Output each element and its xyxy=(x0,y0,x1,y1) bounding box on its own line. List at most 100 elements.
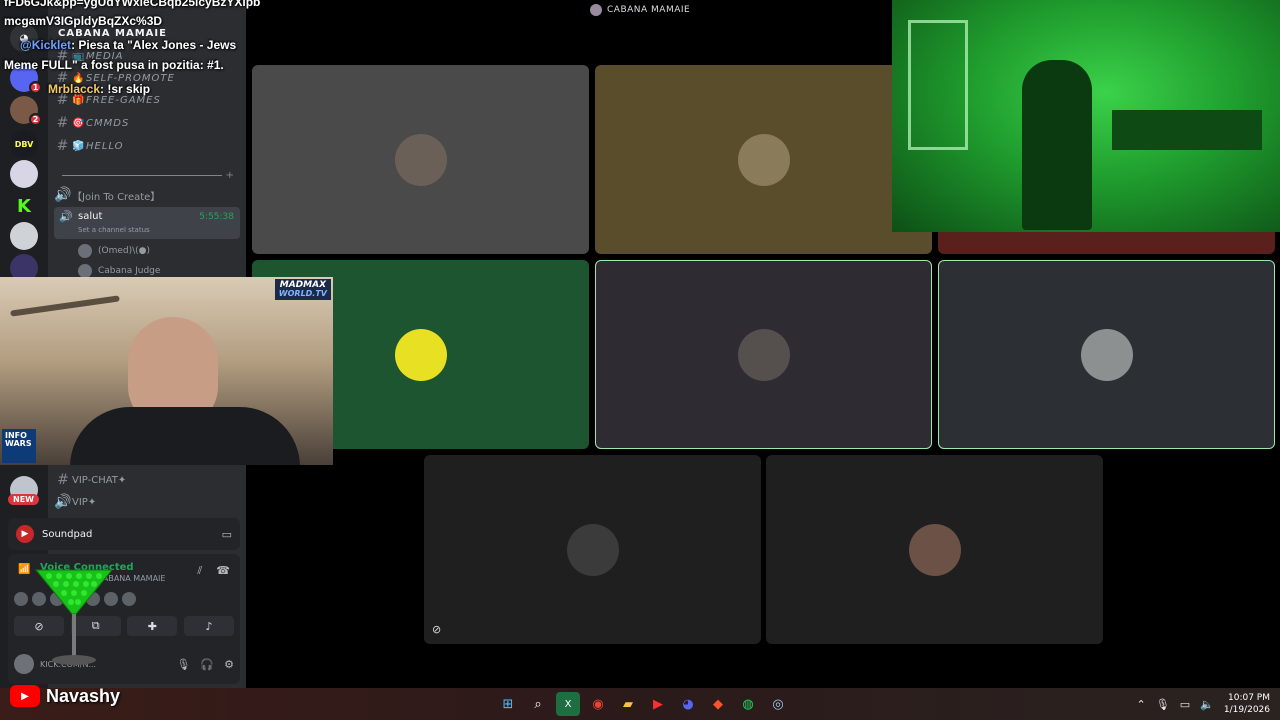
brand-sub: WORLD.TV xyxy=(278,289,327,298)
avatar[interactable] xyxy=(14,654,34,674)
folder-icon[interactable]: ▰ xyxy=(616,692,640,716)
server-icon[interactable] xyxy=(10,222,38,250)
stage-title: CABANA MAMAIE xyxy=(590,4,690,16)
volume-icon[interactable]: 🔈 xyxy=(1200,698,1214,711)
streamer-room-camera xyxy=(892,0,1280,232)
screen-share-icon[interactable]: ▭ xyxy=(222,528,232,541)
user-status-text: KICK.COM/N... xyxy=(40,659,97,669)
desk-shape xyxy=(1112,110,1262,150)
video-tile[interactable] xyxy=(595,65,932,254)
camera-off-icon: ⊘ xyxy=(432,623,442,636)
excel-icon[interactable]: X xyxy=(556,692,580,716)
speaker-icon: 🔊 xyxy=(54,494,72,510)
participant-avatar xyxy=(394,133,447,186)
active-voice-channel[interactable]: 🔊 salut 5:55:38 Set a channel status xyxy=(54,207,240,239)
server-icon[interactable] xyxy=(10,160,38,188)
infowars-logo: INFO WARS xyxy=(2,429,36,463)
unread-badge: 2 xyxy=(29,113,42,126)
soundpad-title: Soundpad xyxy=(42,528,93,540)
chrome-icon[interactable]: ◉ xyxy=(586,692,610,716)
hash-icon: # xyxy=(56,115,70,131)
user-controls: 🎙 🎧 ⚙ xyxy=(176,658,234,671)
youtube-logo-icon: ▶ xyxy=(10,685,40,707)
unread-badge: 1 xyxy=(29,81,42,94)
video-tile[interactable] xyxy=(938,260,1275,449)
clock-date: 1/19/2026 xyxy=(1223,705,1270,715)
channel-cmmds[interactable]: # 🎯 CMMDS xyxy=(54,113,240,133)
chair-shape xyxy=(1022,60,1092,230)
stage-server-name: CABANA MAMAIE xyxy=(607,5,691,15)
chat-text: : !sr skip xyxy=(100,82,151,96)
video-tile[interactable] xyxy=(252,65,589,254)
system-tray: ⌃ 🎙 ▭ 🔈 10:07 PM 1/19/2026 xyxy=(1137,692,1270,716)
settings-gear-icon[interactable]: ⚙ xyxy=(224,658,234,671)
avatar xyxy=(50,592,64,606)
disconnect-icon[interactable]: ☎ xyxy=(216,564,230,578)
noise-suppression-icon[interactable]: ⫽ xyxy=(197,564,202,578)
chat-username: @Kicklet xyxy=(20,38,72,52)
video-tile[interactable] xyxy=(766,455,1103,644)
channel-label: 【Join To Create】 xyxy=(72,191,161,203)
channel-emoji: 🎁 xyxy=(72,94,86,106)
avatar xyxy=(86,592,100,606)
spotify-icon[interactable]: ◍ xyxy=(736,692,760,716)
windows-taskbar: ⊞ ⌕ X ◉ ▰ ▶ ◕ ◆ ◍ ◎ ⌃ 🎙 ▭ 🔈 10:07 PM 1/1… xyxy=(0,688,1280,720)
discord-icon[interactable]: ◕ xyxy=(676,692,700,716)
headphones-icon[interactable]: 🎧 xyxy=(200,658,214,671)
channel-label: HELLO xyxy=(86,140,124,152)
steam-icon[interactable]: ◎ xyxy=(766,692,790,716)
channel-hello[interactable]: # 🧊 HELLO xyxy=(54,136,240,156)
webcam-overlay: MADMAX WORLD.TV INFO WARS xyxy=(0,277,333,465)
soundpad-activity[interactable]: ▶ Soundpad ▭ xyxy=(8,518,240,550)
video-tile-edge xyxy=(938,232,1275,254)
channel-vip-chat[interactable]: # VIP-CHAT✦ xyxy=(54,470,240,490)
participant-avatar xyxy=(1080,328,1133,381)
channel-vip[interactable]: 🔊 VIP✦ xyxy=(54,492,240,512)
video-tile[interactable] xyxy=(595,260,932,449)
chat-url-line: mcgamV3IGpldyBqZXc%3D xyxy=(4,14,163,28)
voice-connected-label[interactable]: Voice Connected xyxy=(40,562,134,573)
voice-avatars xyxy=(14,592,136,606)
microphone-icon[interactable]: 🎙 xyxy=(1156,698,1170,711)
screen-share-button[interactable]: ⧉ xyxy=(70,616,121,636)
chat-username: Mrblacck xyxy=(48,82,101,96)
windows-start-icon[interactable]: ⊞ xyxy=(496,692,520,716)
clock[interactable]: 10:07 PM 1/19/2026 xyxy=(1224,692,1270,716)
add-channel-icon[interactable]: + xyxy=(226,170,234,181)
network-icon[interactable]: ▭ xyxy=(1180,698,1190,711)
search-icon[interactable]: ⌕ xyxy=(526,692,550,716)
participant-avatar xyxy=(566,523,619,576)
server-icon[interactable]: 2 xyxy=(10,96,42,126)
voice-channel-path[interactable]: salut / CABANA MAMAIE xyxy=(70,574,165,583)
chat-message: Mrblacck: !sr skip xyxy=(48,82,150,96)
channel-status-prompt[interactable]: Set a channel status xyxy=(78,226,150,234)
channel-label: VIP✦ xyxy=(72,496,97,508)
soundboard-button[interactable]: ♪ xyxy=(183,616,234,636)
voice-controls: ⫽ ☎ xyxy=(197,564,230,578)
voice-member[interactable]: Cabana Judge xyxy=(78,264,160,278)
madmax-world-logo: MADMAX WORLD.TV xyxy=(274,279,331,300)
kick-server-icon[interactable]: K xyxy=(10,192,38,220)
category-divider: + xyxy=(58,170,234,181)
avatar xyxy=(122,592,136,606)
participant-avatar xyxy=(908,523,961,576)
speaker-icon: 🔊 xyxy=(54,187,72,203)
taskbar-apps: ⊞ ⌕ X ◉ ▰ ▶ ◕ ◆ ◍ ◎ xyxy=(496,692,790,716)
microphone-icon[interactable]: 🎙 xyxy=(176,658,190,671)
channel-emoji: 🎯 xyxy=(72,117,86,129)
chat-message: @Kicklet: Piesa ta "Alex Jones - Jews xyxy=(20,38,236,52)
person-body xyxy=(70,407,300,465)
new-badge: NEW xyxy=(8,494,39,505)
chevron-up-icon[interactable]: ⌃ xyxy=(1137,698,1146,711)
channel-join-to-create[interactable]: 🔊 【Join To Create】 xyxy=(54,185,240,205)
youtube-music-icon[interactable]: ▶ xyxy=(646,692,670,716)
avatar xyxy=(78,264,92,278)
camera-off-button[interactable]: ⊘ xyxy=(14,616,64,636)
activities-button[interactable]: ✚ xyxy=(127,616,178,636)
video-tile[interactable]: ⊘ xyxy=(424,455,761,644)
avatar xyxy=(68,592,82,606)
server-icon[interactable]: DBV xyxy=(10,130,38,158)
voice-member[interactable]: (Omed)\(●) xyxy=(78,244,150,258)
brave-icon[interactable]: ◆ xyxy=(706,692,730,716)
divider-line xyxy=(62,174,222,176)
